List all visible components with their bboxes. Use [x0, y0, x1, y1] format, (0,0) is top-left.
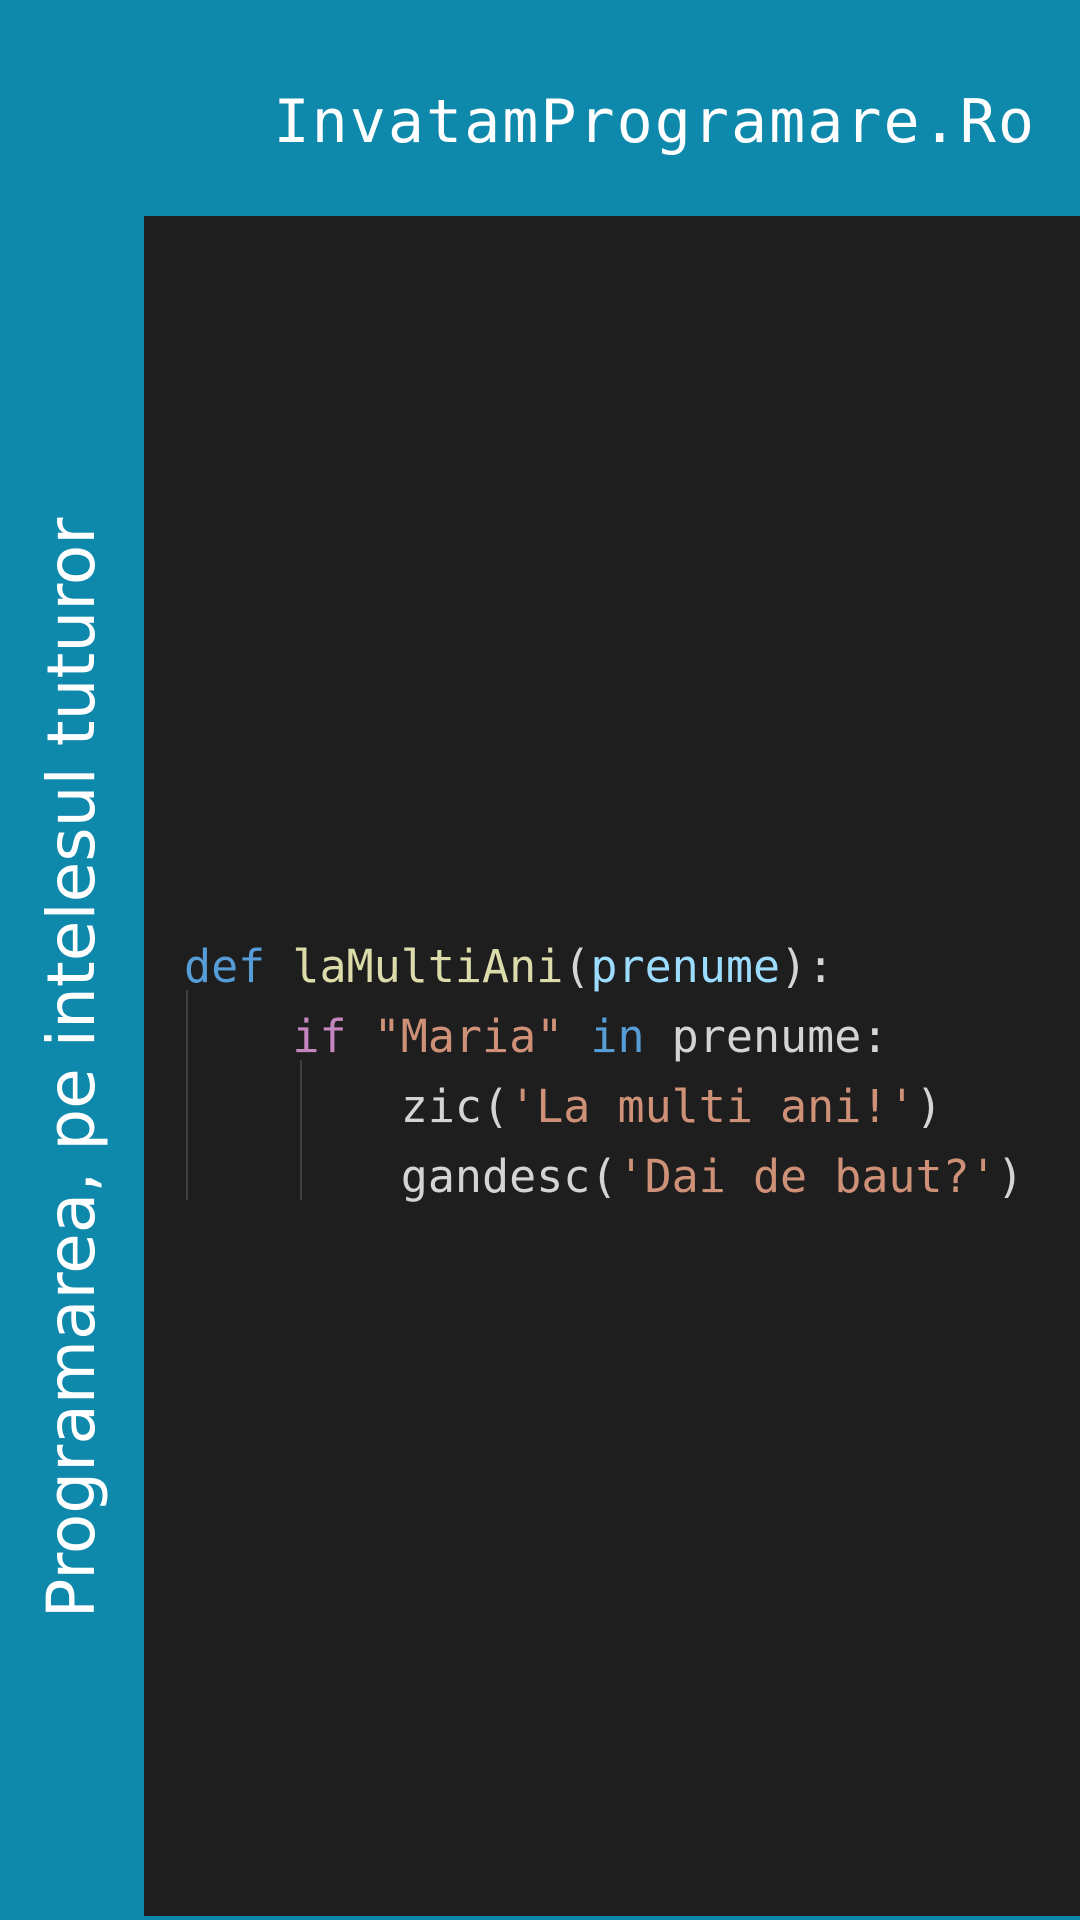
code-token-plain: zic(: [184, 1080, 510, 1133]
code-token-plain: ): [996, 1150, 1024, 1203]
code-line: zic('La multi ani!'): [184, 1072, 1024, 1142]
code-token-string: "Maria": [373, 1010, 564, 1063]
code-token-keyword: in: [590, 1010, 645, 1063]
tagline: Programarea, pe intelesul tuturor: [33, 517, 110, 1619]
code-token-string: 'Dai de baut?': [617, 1150, 997, 1203]
code-editor-panel: def laMultiAni(prenume): if "Maria" in p…: [144, 216, 1080, 1916]
code-token-function: laMultiAni: [292, 940, 564, 993]
code-token-plain: ): [915, 1080, 943, 1133]
code-token-keyword: def: [184, 940, 266, 993]
code-token-param: prenume: [590, 940, 781, 993]
site-title: InvatamProgramare.Ro: [273, 87, 1036, 157]
code-line: gandesc('Dai de baut?'): [184, 1142, 1024, 1212]
code-token-plain: prenume:: [644, 1010, 889, 1063]
code-token-plain: gandesc(: [184, 1150, 618, 1203]
code-token-plain: ):: [780, 940, 835, 993]
code-line: def laMultiAni(prenume):: [184, 932, 1024, 1002]
code-line: if "Maria" in prenume:: [184, 1002, 1024, 1072]
code-token-control: if: [292, 1010, 347, 1063]
code-block: def laMultiAni(prenume): if "Maria" in p…: [184, 932, 1024, 1212]
code-token-string: 'La multi ani!': [509, 1080, 916, 1133]
code-token-plain: (: [563, 940, 591, 993]
